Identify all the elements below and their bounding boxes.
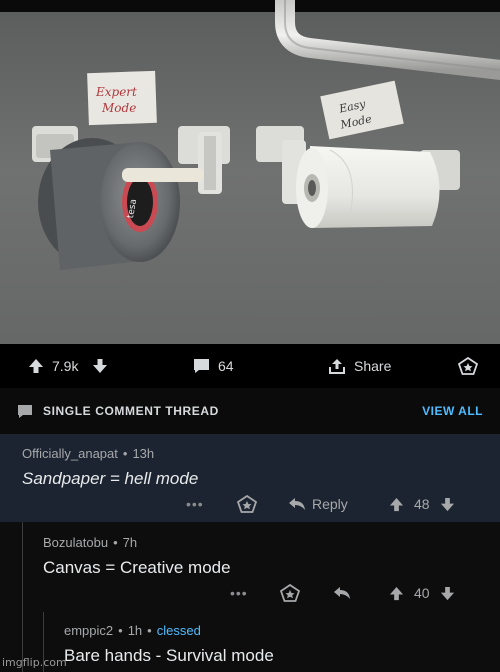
- comment-body: Canvas = Creative mode: [43, 558, 231, 577]
- award-icon[interactable]: [237, 495, 257, 513]
- view-all-link[interactable]: VIEW ALL: [422, 404, 483, 418]
- upvote-arrow-icon[interactable]: [28, 358, 44, 374]
- upvote-arrow-icon[interactable]: [389, 586, 404, 601]
- svg-text:Expert: Expert: [95, 85, 137, 99]
- comment-meta: Officially_anapat • 13h: [22, 446, 155, 461]
- more-options-icon[interactable]: •••: [230, 585, 248, 601]
- thread-title: SINGLE COMMENT THREAD: [43, 404, 219, 418]
- vote-controls: 40: [389, 585, 455, 601]
- comment-author[interactable]: emppic2: [64, 623, 113, 638]
- comment-actions: ••• 40: [0, 584, 500, 605]
- post-image[interactable]: Expert Mode Easy Mode tesa: [0, 0, 500, 344]
- comment: Bozulatobu • 7h Canvas = Creative mode •••…: [0, 522, 500, 612]
- expert-mode-sign: Expert Mode: [87, 70, 157, 126]
- share-button[interactable]: Share: [328, 344, 391, 388]
- comment: Officially_anapat • 13h Sandpaper = hell m…: [0, 434, 500, 522]
- comment-actions: ••• Reply 48: [0, 495, 500, 516]
- downvote-arrow-icon[interactable]: [440, 586, 455, 601]
- comment-bubble-icon: [194, 359, 209, 373]
- comment-body: Sandpaper = hell mode: [22, 469, 199, 488]
- comment-meta: Bozulatobu • 7h: [43, 535, 138, 550]
- toilet-paper-roll: [296, 146, 440, 228]
- comment-score: 40: [414, 585, 430, 601]
- vote-controls: 7.9k: [28, 344, 108, 388]
- reply-arrow-icon: [289, 498, 305, 510]
- comment: emppic2 • 1h • clessed Bare hands - Survival…: [0, 612, 500, 672]
- award-button[interactable]: [458, 344, 478, 388]
- share-icon: [329, 359, 345, 374]
- user-flair: clessed: [156, 623, 201, 638]
- reply-button[interactable]: Reply: [288, 496, 348, 512]
- comment-age: 13h: [132, 446, 155, 461]
- toilet-paper-holders-photo: Expert Mode Easy Mode tesa: [0, 0, 500, 344]
- comment-age: 1h: [127, 623, 143, 638]
- comment-author[interactable]: Bozulatobu: [43, 535, 108, 550]
- comment-score: 48: [414, 496, 430, 512]
- imgflip-watermark: imgflip.com: [2, 656, 67, 669]
- single-comment-thread-header: SINGLE COMMENT THREAD VIEW ALL: [0, 388, 500, 434]
- duct-tape-roll: tesa: [38, 138, 180, 270]
- post-action-bar: 7.9k 64 Share: [0, 344, 500, 388]
- comment-age: 7h: [122, 535, 138, 550]
- comment-body: Bare hands - Survival mode: [64, 646, 274, 665]
- downvote-arrow-icon[interactable]: [440, 497, 455, 512]
- more-options-icon[interactable]: •••: [186, 496, 204, 512]
- comments-button[interactable]: 64: [193, 344, 234, 388]
- downvote-arrow-icon[interactable]: [92, 358, 108, 374]
- upvote-count: 7.9k: [52, 358, 79, 374]
- svg-text:Mode: Mode: [101, 101, 136, 115]
- vote-controls: 48: [389, 496, 455, 512]
- comment-count: 64: [218, 358, 234, 374]
- upvote-arrow-icon[interactable]: [389, 497, 404, 512]
- award-icon[interactable]: [280, 584, 300, 602]
- share-label: Share: [354, 358, 392, 374]
- comment-meta: emppic2 • 1h • clessed: [64, 623, 201, 638]
- reply-arrow-icon[interactable]: [333, 586, 351, 600]
- award-icon: [458, 357, 478, 375]
- comment-thread-icon: [18, 404, 32, 418]
- comment-author[interactable]: Officially_anapat: [22, 446, 118, 461]
- reply-label: Reply: [312, 496, 348, 512]
